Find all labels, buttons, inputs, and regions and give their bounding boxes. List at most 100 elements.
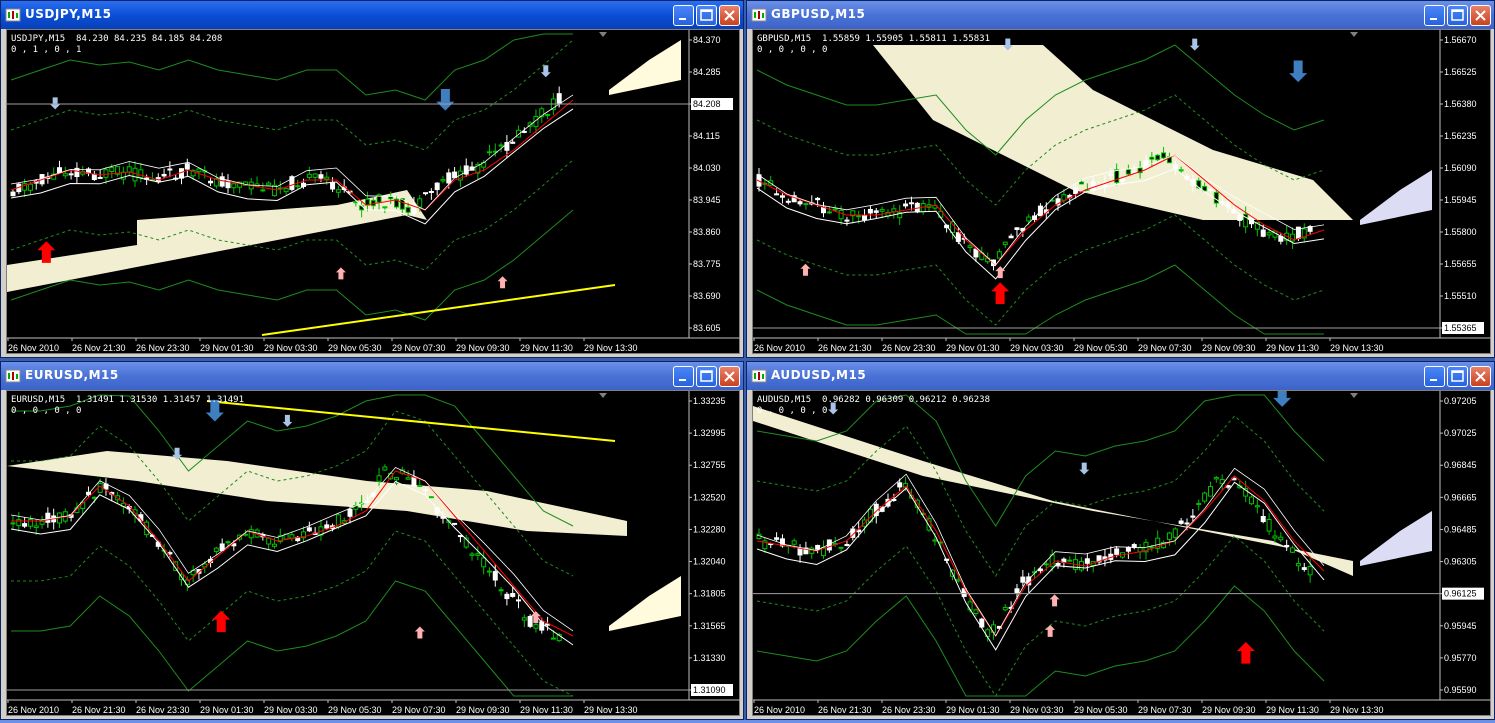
close-button[interactable] xyxy=(719,5,740,26)
time-label: 29 Nov 13:30 xyxy=(584,705,638,715)
moving-average-yellow xyxy=(261,284,616,336)
candle-body xyxy=(347,508,353,517)
price-label: 83.945 xyxy=(693,195,721,205)
candle-body xyxy=(248,529,254,539)
candle-body xyxy=(1295,563,1301,567)
buy-signal-arrow-icon xyxy=(1049,594,1060,607)
candle-body xyxy=(516,599,522,602)
minimize-button[interactable] xyxy=(1424,5,1445,26)
time-label: 29 Nov 01:30 xyxy=(200,705,254,715)
titlebar-gbpusd[interactable]: GBPUSD,M15 xyxy=(747,1,1494,29)
candle-body xyxy=(797,201,803,205)
moving-average-yellow xyxy=(206,400,616,442)
close-button[interactable] xyxy=(719,366,740,387)
chart-canvas[interactable]: 84.370 84.285 84.208 84.115 84.030 83.945 83.8… xyxy=(7,30,741,355)
buy-signal-arrow-icon xyxy=(335,267,346,280)
maximize-button[interactable] xyxy=(696,366,717,387)
ichimoku-cloud xyxy=(7,190,427,292)
candle-body xyxy=(1202,492,1208,502)
chart-window-icon[interactable] xyxy=(751,7,767,23)
ichimoku-cloud-future xyxy=(609,576,681,631)
titlebar-usdjpy[interactable]: USDJPY,M15 xyxy=(1,1,743,29)
candle-body xyxy=(312,173,318,178)
minimize-icon xyxy=(1430,379,1437,381)
candle-body xyxy=(10,191,16,197)
time-label: 29 Nov 13:30 xyxy=(1330,343,1384,353)
price-chart[interactable]: 0.97205 0.97025 0.96845 0.96665 0.96485 0.963… xyxy=(752,390,1492,717)
chart-canvas[interactable]: 0.97205 0.97025 0.96845 0.96665 0.96485 0.963… xyxy=(753,391,1492,717)
candle-body xyxy=(324,176,330,180)
maximize-icon xyxy=(1451,370,1464,382)
candle-body xyxy=(271,543,277,547)
candle-body xyxy=(62,173,68,177)
candle-body xyxy=(423,489,429,492)
titlebar-audusd[interactable]: AUDUSD,M15 xyxy=(747,362,1494,390)
candle-body xyxy=(1213,477,1219,480)
sell-signal-arrow-icon xyxy=(1189,38,1200,51)
price-label: 1.55945 xyxy=(1444,195,1477,205)
close-button[interactable] xyxy=(1470,366,1491,387)
chart-canvas[interactable]: 1.33235 1.32995 1.32755 1.32520 1.32280 1.320… xyxy=(7,391,741,717)
current-price-label: 1.31090 xyxy=(693,685,726,695)
channel-band xyxy=(756,214,1325,326)
chart-canvas[interactable]: 1.56670 1.56525 1.56380 1.56235 1.56090 1.559… xyxy=(753,30,1492,355)
price-label: 1.31565 xyxy=(693,621,726,631)
candle-body xyxy=(1290,547,1296,553)
buy-signal-arrow-icon xyxy=(800,263,811,276)
time-label: 29 Nov 09:30 xyxy=(1202,343,1256,353)
candle-body xyxy=(138,169,144,178)
candle-body xyxy=(862,214,868,221)
window-gbpusd[interactable]: GBPUSD,M15 1.56670 1.56525 1.56380 1.56235 1… xyxy=(746,0,1495,358)
window-eurusd[interactable]: EURUSD,M15 1.33235 1.32995 1.32755 1.32520 1… xyxy=(0,361,744,720)
time-label: 26 Nov 21:30 xyxy=(818,705,872,715)
minimize-icon xyxy=(679,379,686,381)
candle-body xyxy=(196,168,202,173)
window-usdjpy[interactable]: USDJPY,M15 84.370 84.285 84.208 84.115 84.03… xyxy=(0,0,744,358)
time-label: 26 Nov 2010 xyxy=(754,343,805,353)
candle-body xyxy=(1213,191,1219,204)
chart-window-icon[interactable] xyxy=(5,7,21,23)
candle-body xyxy=(1061,194,1067,201)
window-title: USDJPY,M15 xyxy=(25,7,112,21)
chart-header: AUDUSD,M15 0.96282 0.96309 0.96212 0.962… xyxy=(757,395,990,417)
maximize-button[interactable] xyxy=(1447,5,1468,26)
candle-body xyxy=(1278,536,1284,541)
chart-window-icon[interactable] xyxy=(751,368,767,384)
chart-indicator-values: 0 , 0 , 0 , 0 xyxy=(757,406,828,416)
price-chart[interactable]: 1.33235 1.32995 1.32755 1.32520 1.32280 1.320… xyxy=(6,390,741,717)
minimize-button[interactable] xyxy=(673,5,694,26)
time-label: 29 Nov 13:30 xyxy=(1330,705,1384,715)
candle-body xyxy=(1090,181,1096,192)
window-audusd[interactable]: AUDUSD,M15 0.97205 0.97025 0.96845 0.96665 0… xyxy=(746,361,1495,720)
sell-signal-arrow-icon xyxy=(436,89,455,111)
current-price-label: 1.55365 xyxy=(1444,323,1477,333)
maximize-button[interactable] xyxy=(1447,366,1468,387)
price-chart[interactable]: 1.56670 1.56525 1.56380 1.56235 1.56090 1.559… xyxy=(752,29,1492,355)
minimize-button[interactable] xyxy=(673,366,694,387)
candle-body xyxy=(521,617,527,621)
candle-body xyxy=(179,168,185,179)
candle-body xyxy=(873,210,879,213)
minimize-button[interactable] xyxy=(1424,366,1445,387)
time-label: 29 Nov 09:30 xyxy=(1202,705,1256,715)
time-label: 29 Nov 05:30 xyxy=(1074,705,1128,715)
price-chart[interactable]: 84.370 84.285 84.208 84.115 84.030 83.945 83.8… xyxy=(6,29,741,355)
titlebar-eurusd[interactable]: EURUSD,M15 xyxy=(1,362,743,390)
candle-body xyxy=(1284,544,1290,547)
candle-body xyxy=(457,535,463,538)
close-button[interactable] xyxy=(1470,5,1491,26)
candle-body xyxy=(411,476,417,487)
time-label: 29 Nov 05:30 xyxy=(328,343,382,353)
maximize-button[interactable] xyxy=(696,5,717,26)
candle-body xyxy=(797,548,803,556)
candle-body xyxy=(973,609,979,614)
ichimoku-cloud xyxy=(7,451,627,536)
candle-body xyxy=(318,174,324,179)
chart-header: EURUSD,M15 1.31491 1.31530 1.31457 1.314… xyxy=(11,395,244,417)
chart-window-icon[interactable] xyxy=(5,368,21,384)
shift-marker-icon xyxy=(599,393,607,398)
time-label: 29 Nov 09:30 xyxy=(456,343,510,353)
maximize-icon xyxy=(1451,9,1464,21)
candle-body xyxy=(225,541,231,544)
candle-body xyxy=(446,172,452,184)
